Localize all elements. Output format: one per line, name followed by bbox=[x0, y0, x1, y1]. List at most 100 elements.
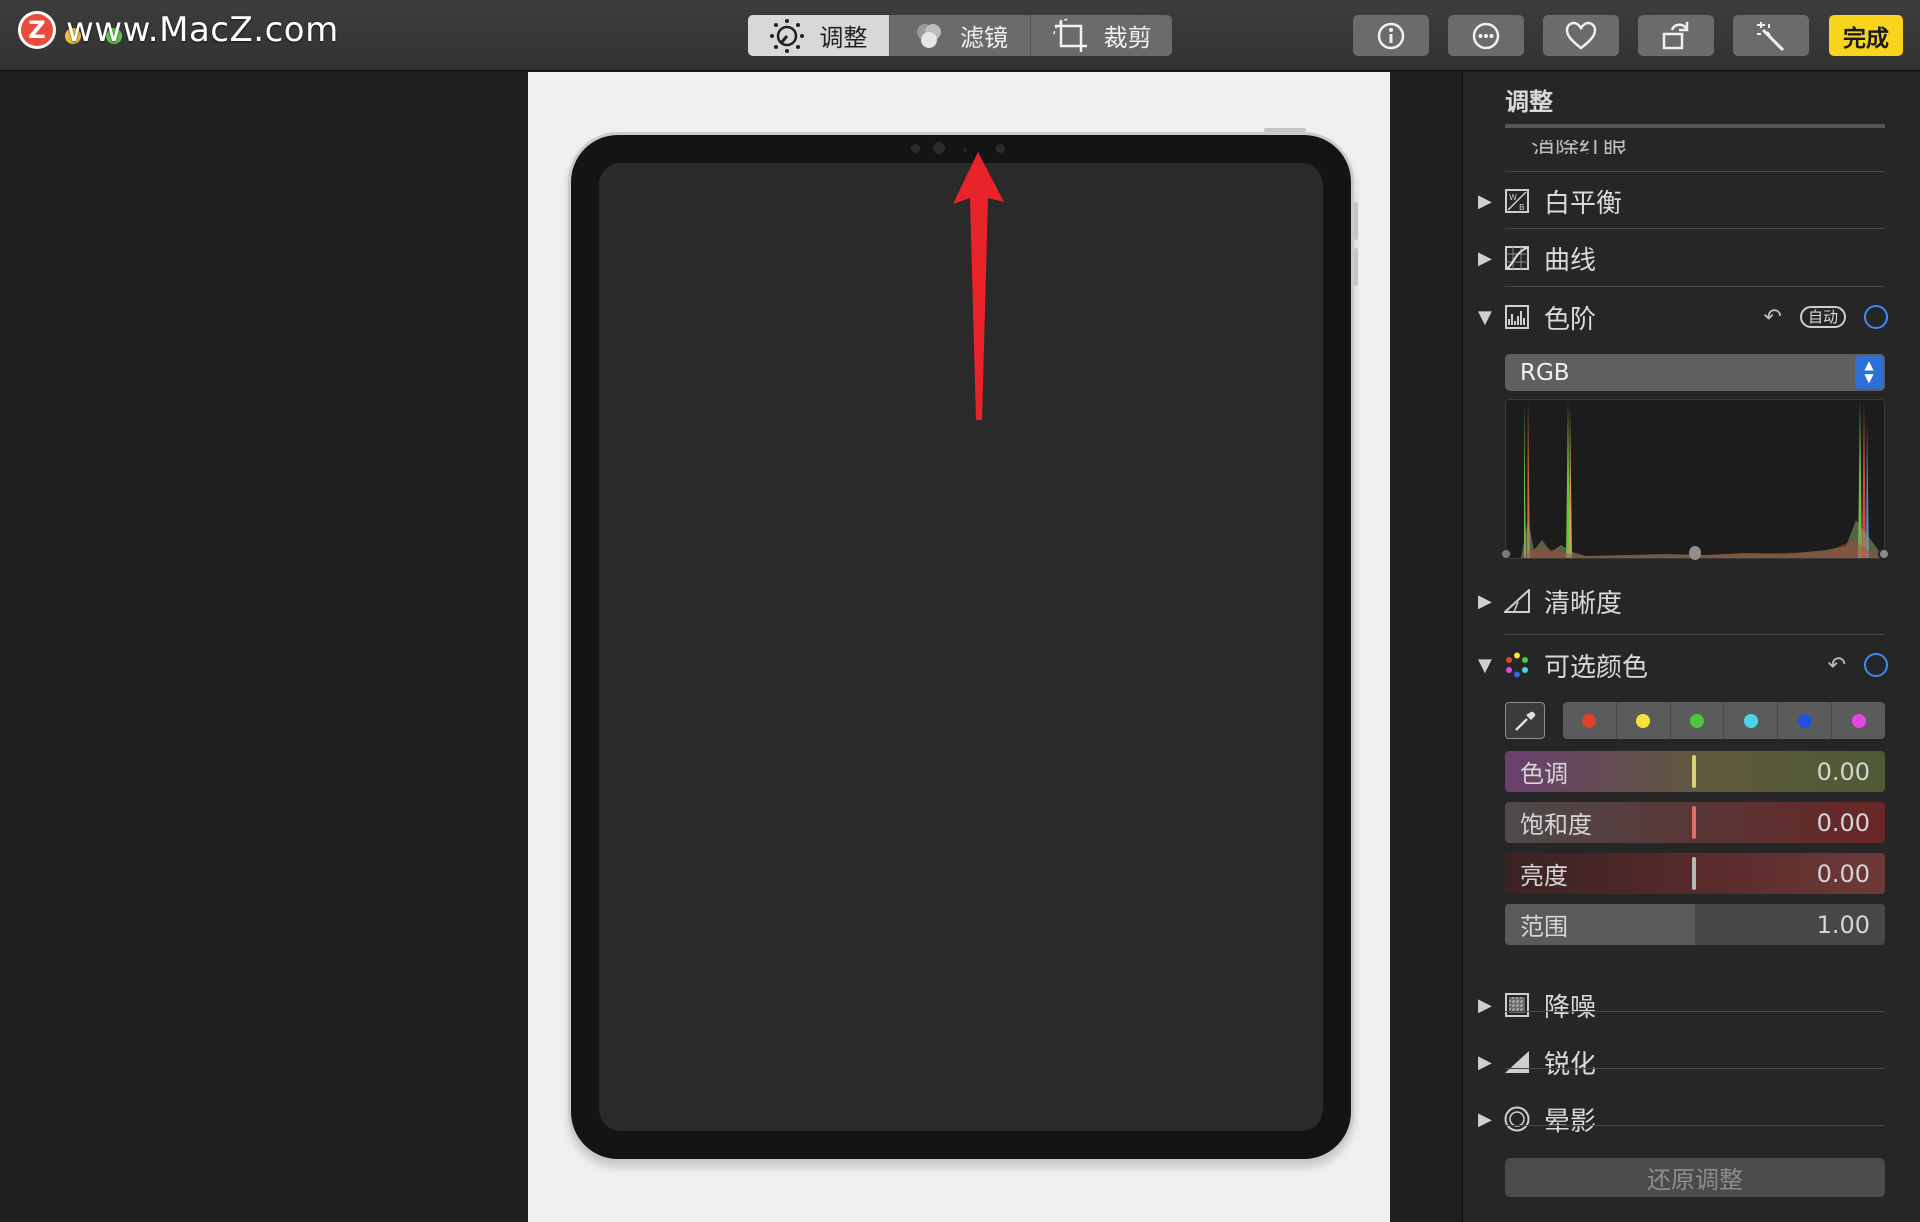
disclosure-triangle-icon[interactable]: ▶ bbox=[1478, 191, 1500, 212]
section-selective-color[interactable]: ▼ 可选颜色 ↶ bbox=[1478, 643, 1888, 687]
divider bbox=[1505, 1068, 1885, 1069]
slider-knob[interactable] bbox=[1692, 755, 1696, 788]
color-swatch-bar bbox=[1563, 702, 1885, 739]
rotate-button[interactable] bbox=[1638, 15, 1714, 56]
favorite-button[interactable] bbox=[1543, 15, 1619, 56]
ipad-top-button bbox=[1264, 128, 1306, 132]
sharpen-icon bbox=[1504, 1049, 1530, 1075]
swatch-magenta[interactable] bbox=[1832, 702, 1885, 739]
tab-adjust[interactable]: 调整 bbox=[748, 15, 890, 56]
saturation-slider-label: 饱和度 bbox=[1520, 811, 1592, 839]
section-noise-reduction[interactable]: ▶ 降噪 bbox=[1478, 983, 1888, 1027]
selective-color-label: 可选颜色 bbox=[1544, 652, 1649, 683]
levels-enable-toggle[interactable] bbox=[1864, 305, 1888, 329]
hue-slider-label: 色调 bbox=[1520, 760, 1568, 788]
midtone-handle[interactable] bbox=[1689, 546, 1701, 560]
definition-label: 清晰度 bbox=[1544, 588, 1623, 619]
slider-knob[interactable] bbox=[1692, 857, 1696, 890]
done-button[interactable]: 完成 bbox=[1829, 15, 1903, 56]
swatch-dot bbox=[1851, 713, 1866, 728]
swatch-yellow[interactable] bbox=[1617, 702, 1671, 739]
ipad-volume-button bbox=[1354, 248, 1358, 286]
channel-select-value: RGB bbox=[1520, 359, 1570, 386]
eyedropper-button[interactable] bbox=[1505, 702, 1545, 739]
sidebar-title: 调整 bbox=[1505, 88, 1553, 116]
range-slider-value: 1.00 bbox=[1816, 910, 1870, 939]
enhance-button[interactable] bbox=[1733, 15, 1809, 56]
luminance-slider-value: 0.00 bbox=[1816, 859, 1870, 888]
tab-crop-label: 裁剪 bbox=[1103, 24, 1152, 52]
black-point-handle[interactable] bbox=[1500, 548, 1512, 560]
filters-icon bbox=[917, 23, 941, 48]
vignette-label: 晕影 bbox=[1544, 1106, 1597, 1137]
watermark-text: www.MacZ.com bbox=[66, 10, 339, 50]
tab-filters-label: 滤镜 bbox=[960, 24, 1008, 52]
selective-color-enable-toggle[interactable] bbox=[1864, 653, 1888, 677]
histogram-plot bbox=[1521, 400, 1884, 558]
curves-label: 曲线 bbox=[1544, 245, 1597, 276]
divider bbox=[1505, 634, 1885, 635]
disclosure-triangle-icon[interactable]: ▶ bbox=[1478, 995, 1500, 1016]
disclosure-triangle-icon[interactable]: ▶ bbox=[1478, 1052, 1500, 1073]
channel-select[interactable]: RGB ▲ ▼ bbox=[1505, 354, 1885, 391]
section-sharpen[interactable]: ▶ 锐化 bbox=[1478, 1040, 1888, 1084]
scrolled-row-remnant: 消除红眼 bbox=[1531, 140, 1871, 154]
section-levels[interactable]: ▼ 色阶 ↶ 自动 bbox=[1478, 295, 1888, 339]
magic-wand-icon bbox=[1757, 21, 1785, 51]
range-slider[interactable]: 范围 1.00 bbox=[1505, 904, 1885, 945]
swatch-dot bbox=[1636, 713, 1651, 728]
photo-canvas bbox=[0, 72, 1462, 1222]
reset-adjustments-button[interactable]: 还原调整 bbox=[1505, 1158, 1885, 1197]
swatch-cyan[interactable] bbox=[1724, 702, 1779, 739]
ipad-sensor bbox=[911, 144, 920, 153]
swatch-dot bbox=[1582, 713, 1597, 728]
section-vignette[interactable]: ▶ 晕影 bbox=[1478, 1097, 1888, 1141]
disclosure-triangle-icon[interactable]: ▶ bbox=[1478, 248, 1500, 269]
section-white-balance[interactable]: ▶ WB 白平衡 bbox=[1478, 179, 1888, 223]
ipad-volume-button bbox=[1354, 202, 1358, 240]
red-eye-row-label: 消除红眼 bbox=[1531, 140, 1627, 154]
undo-icon[interactable]: ↶ bbox=[1764, 305, 1782, 330]
disclosure-triangle-icon[interactable]: ▼ bbox=[1478, 655, 1500, 676]
crop-icon bbox=[1052, 17, 1087, 52]
tab-crop[interactable]: 裁剪 bbox=[1031, 15, 1172, 56]
disclosure-triangle-icon[interactable]: ▶ bbox=[1478, 1109, 1500, 1130]
levels-icon bbox=[1504, 304, 1530, 330]
eyedropper-icon bbox=[1515, 711, 1536, 731]
info-button[interactable] bbox=[1353, 15, 1429, 56]
more-options-button[interactable] bbox=[1448, 15, 1524, 56]
rotate-icon bbox=[1662, 21, 1689, 49]
undo-icon[interactable]: ↶ bbox=[1828, 653, 1846, 678]
noise-reduction-icon bbox=[1504, 992, 1530, 1018]
luminance-slider[interactable]: 亮度 0.00 bbox=[1505, 853, 1885, 894]
luminance-slider-label: 亮度 bbox=[1520, 862, 1568, 890]
levels-histogram[interactable] bbox=[1500, 399, 1890, 560]
adjust-dial-icon bbox=[770, 18, 805, 53]
section-curves[interactable]: ▶ 曲线 bbox=[1478, 236, 1888, 280]
disclosure-triangle-icon[interactable]: ▶ bbox=[1478, 591, 1500, 612]
slider-knob[interactable] bbox=[1692, 806, 1696, 839]
ipad-camera bbox=[933, 142, 945, 154]
white-point-handle[interactable] bbox=[1878, 548, 1890, 560]
tab-filters[interactable]: 滤镜 bbox=[890, 15, 1032, 56]
toolbar: Z www.MacZ.com 调整 滤镜 裁剪 完成 bbox=[0, 0, 1920, 71]
swatch-dot bbox=[1690, 713, 1705, 728]
divider bbox=[1505, 124, 1885, 128]
chevron-updown-icon[interactable]: ▲ ▼ bbox=[1855, 356, 1883, 389]
svg-text:W: W bbox=[1509, 193, 1517, 202]
swatch-green[interactable] bbox=[1671, 702, 1725, 739]
divider bbox=[1505, 1011, 1885, 1012]
levels-auto-button[interactable]: 自动 bbox=[1799, 306, 1846, 328]
swatch-blue[interactable] bbox=[1778, 702, 1833, 739]
edit-mode-tabs: 调整 滤镜 裁剪 bbox=[748, 15, 1172, 56]
swatch-red[interactable] bbox=[1563, 702, 1617, 739]
saturation-slider[interactable]: 饱和度 0.00 bbox=[1505, 802, 1885, 843]
divider bbox=[1505, 228, 1885, 229]
levels-label: 色阶 bbox=[1544, 304, 1597, 335]
disclosure-triangle-icon[interactable]: ▼ bbox=[1478, 307, 1500, 328]
section-definition[interactable]: ▶ 清晰度 bbox=[1478, 579, 1888, 623]
swatch-dot bbox=[1797, 713, 1812, 728]
svg-text:B: B bbox=[1519, 203, 1525, 212]
saturation-slider-value: 0.00 bbox=[1816, 808, 1870, 837]
hue-slider[interactable]: 色调 0.00 bbox=[1505, 751, 1885, 792]
